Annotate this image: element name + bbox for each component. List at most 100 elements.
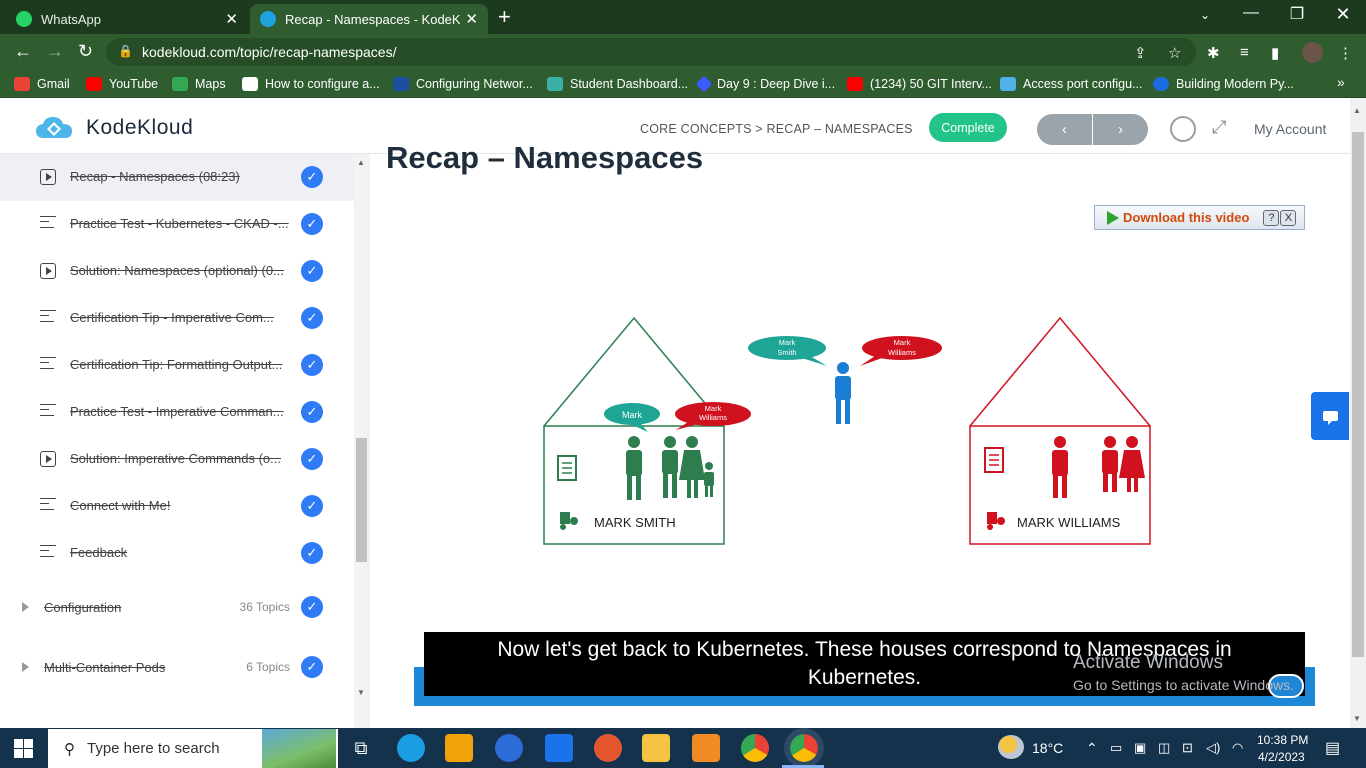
media-icon[interactable]: ≡ (1240, 44, 1249, 61)
bookmark-configuring-network[interactable]: Configuring Networ... (393, 70, 533, 98)
expand-arrow-icon[interactable] (22, 602, 29, 612)
sidebar-topic[interactable]: Feedback ✓ (0, 530, 354, 577)
close-tab-icon[interactable]: ✕ (225, 10, 238, 28)
previous-topic-button[interactable]: ‹ (1037, 114, 1092, 145)
dark-mode-toggle-icon[interactable] (1170, 116, 1196, 142)
kodekloud-logo-icon[interactable] (34, 114, 76, 142)
bookmark-label: Configuring Networ... (416, 77, 533, 91)
bookmark-label: Access port configu... (1023, 77, 1143, 91)
settings-app-icon[interactable] (692, 734, 720, 762)
sidebar-topic[interactable]: Practice Test - Kubernetes - CKAD -... ✓ (0, 201, 354, 248)
tab-kodekloud[interactable]: Recap - Namespaces - KodeKlou ✕ (250, 4, 488, 34)
mail-icon[interactable] (545, 734, 573, 762)
bookmark-access-port[interactable]: Access port configu... (1000, 70, 1143, 98)
sidebar-module[interactable]: Multi-Container Pods 6 Topics ✓ (0, 644, 354, 696)
chrome-active-icon[interactable] (784, 728, 824, 768)
breadcrumb[interactable]: CORE CONCEPTS > RECAP – NAMESPACES (640, 122, 913, 136)
reload-icon[interactable]: ↻ (78, 42, 93, 60)
bubble-text: Mark (779, 338, 796, 347)
volume-icon[interactable]: ◁) (1206, 740, 1220, 756)
bubble-text: Mark (894, 338, 911, 347)
tab-search-icon[interactable]: ⌄ (1193, 8, 1217, 22)
display-icon[interactable]: ⊡ (1182, 740, 1193, 756)
sidebar-topic[interactable]: Connect with Me! ✓ (0, 483, 354, 530)
kodekloud-favicon-icon (260, 11, 276, 27)
bookmark-how-to-configure[interactable]: How to configure a... (242, 70, 380, 98)
url-text[interactable]: kodekloud.com/topic/recap-namespaces/ (142, 44, 396, 60)
battery-icon[interactable]: ▭ (1110, 740, 1122, 756)
scroll-up-icon[interactable]: ▲ (1353, 106, 1361, 115)
clock-date[interactable]: 4/2/2023 (1258, 750, 1305, 764)
bookmark-label: Student Dashboard... (570, 77, 689, 91)
next-topic-button[interactable]: › (1093, 114, 1148, 145)
wifi-icon[interactable]: ◠ (1232, 740, 1243, 756)
sidebar-topic[interactable]: Certification Tip - Imperative Com... ✓ (0, 295, 354, 342)
minimize-icon[interactable]: — (1239, 4, 1263, 22)
lock-icon[interactable]: 🔒 (118, 44, 133, 58)
notifications-icon[interactable]: ▤ (1325, 738, 1340, 758)
sidebar-topic[interactable]: Practice Test - Imperative Comman... ✓ (0, 389, 354, 436)
bookmark-youtube[interactable]: YouTube (86, 70, 158, 98)
snail-app-icon[interactable] (594, 734, 622, 762)
close-icon[interactable]: X (1280, 209, 1297, 226)
chat-button[interactable] (1311, 392, 1349, 440)
scroll-up-icon[interactable]: ▲ (357, 158, 365, 167)
check-icon: ✓ (301, 166, 323, 188)
bookmark-gmail[interactable]: Gmail (14, 70, 70, 98)
windows-start-icon[interactable] (14, 739, 33, 758)
complete-button[interactable]: Complete (929, 113, 1007, 142)
bookmark-star-icon[interactable]: ☆ (1168, 44, 1181, 62)
course-sidebar: Recap - Namespaces (08:23) ✓ Practice Te… (0, 154, 354, 728)
close-tab-icon[interactable]: ✕ (465, 10, 478, 28)
share-icon[interactable]: ⇪ (1134, 44, 1147, 62)
bookmark-student-dashboard[interactable]: Student Dashboard... (547, 70, 688, 98)
lines-icon (40, 357, 56, 373)
download-video-button[interactable]: Download this video ? X (1094, 205, 1305, 230)
sidebar-module[interactable]: Configuration 36 Topics ✓ (0, 584, 354, 636)
show-hidden-icons-icon[interactable]: ⌃ (1086, 740, 1098, 757)
side-panel-icon[interactable]: ▮ (1271, 44, 1279, 62)
bookmark-day9[interactable]: Day 9 : Deep Dive i... (695, 70, 835, 98)
sidebar-scrollbar-thumb[interactable] (356, 438, 367, 562)
topic-label: Practice Test - Imperative Comman... (70, 404, 284, 419)
new-tab-button[interactable]: + (498, 6, 511, 28)
logo-text[interactable]: KodeKloud (86, 116, 193, 140)
file-explorer-icon[interactable] (642, 734, 670, 762)
task-view-icon[interactable]: ⧉ (347, 734, 375, 762)
tab-whatsapp[interactable]: WhatsApp ✕ (6, 4, 248, 34)
restore-icon[interactable]: ❐ (1285, 4, 1309, 24)
sidebar-topic[interactable]: Solution: Namespaces (optional) (0... ✓ (0, 248, 354, 295)
scroll-down-icon[interactable]: ▼ (357, 688, 365, 697)
page-scrollbar-thumb[interactable] (1352, 132, 1364, 657)
edge-icon[interactable] (397, 734, 425, 762)
profile-avatar[interactable] (1302, 42, 1323, 63)
app-icon[interactable] (495, 734, 523, 762)
check-icon: ✓ (301, 596, 323, 618)
weather-icon[interactable] (998, 735, 1024, 759)
sidebar-topic[interactable]: Solution: Imperative Commands (o... ✓ (0, 436, 354, 483)
clock-time[interactable]: 10:38 PM (1257, 733, 1308, 747)
more-menu-icon[interactable]: ⋮ (1338, 44, 1353, 62)
forward-icon[interactable]: → (46, 42, 64, 60)
scroll-down-icon[interactable]: ▼ (1353, 714, 1361, 723)
my-account-link[interactable]: My Account (1254, 121, 1326, 137)
close-window-icon[interactable]: ✕ (1331, 4, 1355, 25)
bookmark-git-interview[interactable]: (1234) 50 GIT Interv... (847, 70, 992, 98)
sidebar-topic[interactable]: Certification Tip: Formatting Output... … (0, 342, 354, 389)
expand-arrow-icon[interactable] (22, 662, 29, 672)
chrome-icon[interactable] (741, 734, 769, 762)
device-icon[interactable]: ◫ (1158, 740, 1170, 756)
sidebar-topic[interactable]: Recap - Namespaces (08:23) ✓ (0, 154, 354, 201)
store-icon[interactable] (445, 734, 473, 762)
bookmark-label: How to configure a... (265, 77, 380, 91)
network-device-icon[interactable]: ▣ (1134, 740, 1146, 756)
back-icon[interactable]: ← (14, 42, 32, 60)
bookmark-building-modern[interactable]: Building Modern Py... (1153, 70, 1294, 98)
more-bookmarks-icon[interactable]: » (1337, 74, 1345, 90)
help-icon[interactable]: ? (1263, 209, 1280, 226)
bookmark-maps[interactable]: Maps (172, 70, 226, 98)
extensions-icon[interactable]: ✱ (1207, 44, 1220, 62)
weather-temperature[interactable]: 18°C (1032, 740, 1063, 756)
namespaces-video-frame[interactable]: MARK SMITH Mark Mark Williams Mark Smith… (530, 300, 1170, 560)
fullscreen-icon[interactable]: ⤢ (1212, 117, 1226, 138)
